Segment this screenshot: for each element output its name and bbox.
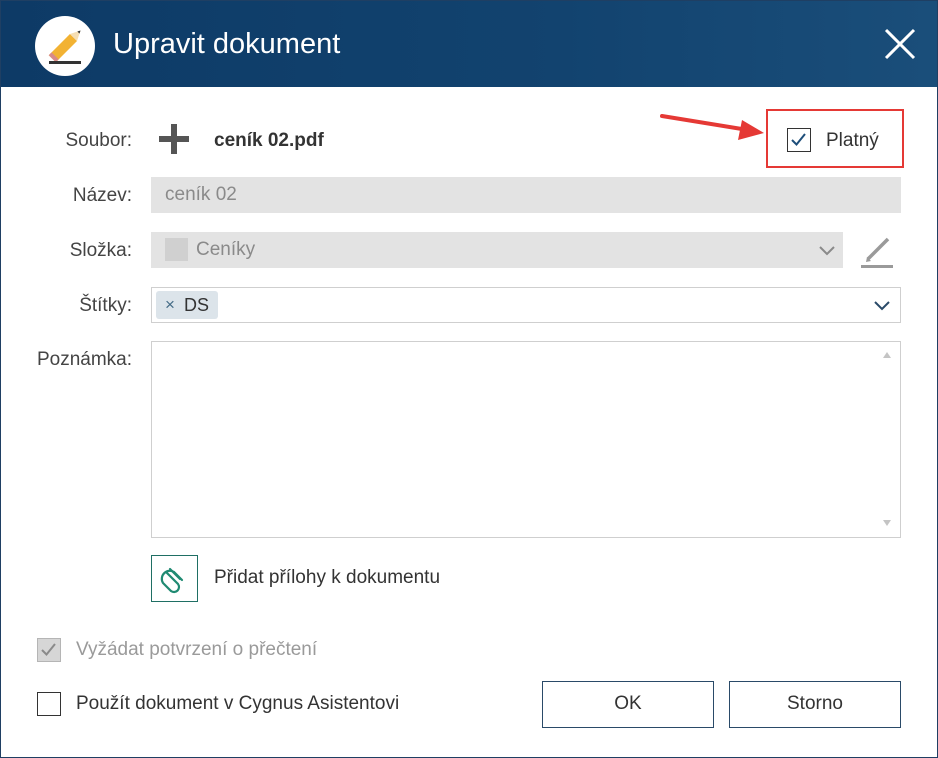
tag-chip: × DS	[156, 291, 218, 319]
folder-color-swatch	[165, 238, 188, 261]
file-label: Soubor:	[65, 130, 132, 151]
name-label: Název:	[72, 185, 132, 206]
folder-select: Ceníky	[151, 232, 843, 268]
name-field: ceník 02	[151, 177, 901, 213]
chevron-down-icon[interactable]	[873, 296, 891, 314]
scroll-down-icon[interactable]	[881, 518, 893, 528]
note-label: Poznámka:	[36, 349, 132, 370]
dialog-title: Upravit dokument	[113, 28, 341, 60]
valid-label: Platný	[826, 130, 879, 151]
cygnus-assistant-checkbox[interactable]	[37, 692, 61, 716]
plus-icon[interactable]	[157, 122, 191, 156]
edit-pencil-icon	[858, 232, 896, 270]
tags-select[interactable]: × DS	[151, 287, 901, 323]
add-attachment-label[interactable]: Přidat přílohy k dokumentu	[214, 565, 440, 591]
annotation-arrow	[660, 114, 764, 140]
pencil-icon	[35, 16, 95, 76]
note-textarea[interactable]	[151, 341, 901, 538]
close-icon[interactable]	[877, 21, 923, 67]
tag-label: DS	[184, 295, 210, 315]
tags-label: Štítky:	[79, 295, 132, 316]
read-confirmation-checkbox	[37, 638, 61, 662]
scroll-up-icon[interactable]	[881, 350, 893, 360]
checkmark-icon	[41, 643, 56, 656]
title-bar: Upravit dokument	[1, 1, 937, 87]
file-name: ceník 02.pdf	[214, 130, 324, 151]
cancel-button[interactable]: Storno	[729, 681, 901, 728]
edit-document-dialog: Upravit dokument Soubor: ceník 02.pdf Pl…	[0, 0, 938, 758]
chevron-down-icon	[819, 246, 835, 256]
folder-label: Složka:	[69, 240, 132, 261]
cygnus-assistant-label[interactable]: Použít dokument v Cygnus Asistentovi	[76, 691, 399, 717]
read-confirmation-label: Vyžádat potvrzení o přečtení	[76, 639, 318, 660]
ok-button[interactable]: OK	[542, 681, 714, 728]
folder-value: Ceníky	[196, 239, 256, 260]
add-attachment-button[interactable]	[151, 555, 198, 602]
paperclip-icon	[160, 567, 184, 594]
tag-remove-icon[interactable]: ×	[165, 292, 175, 318]
checkmark-icon	[791, 133, 806, 146]
valid-checkbox[interactable]	[787, 128, 811, 152]
